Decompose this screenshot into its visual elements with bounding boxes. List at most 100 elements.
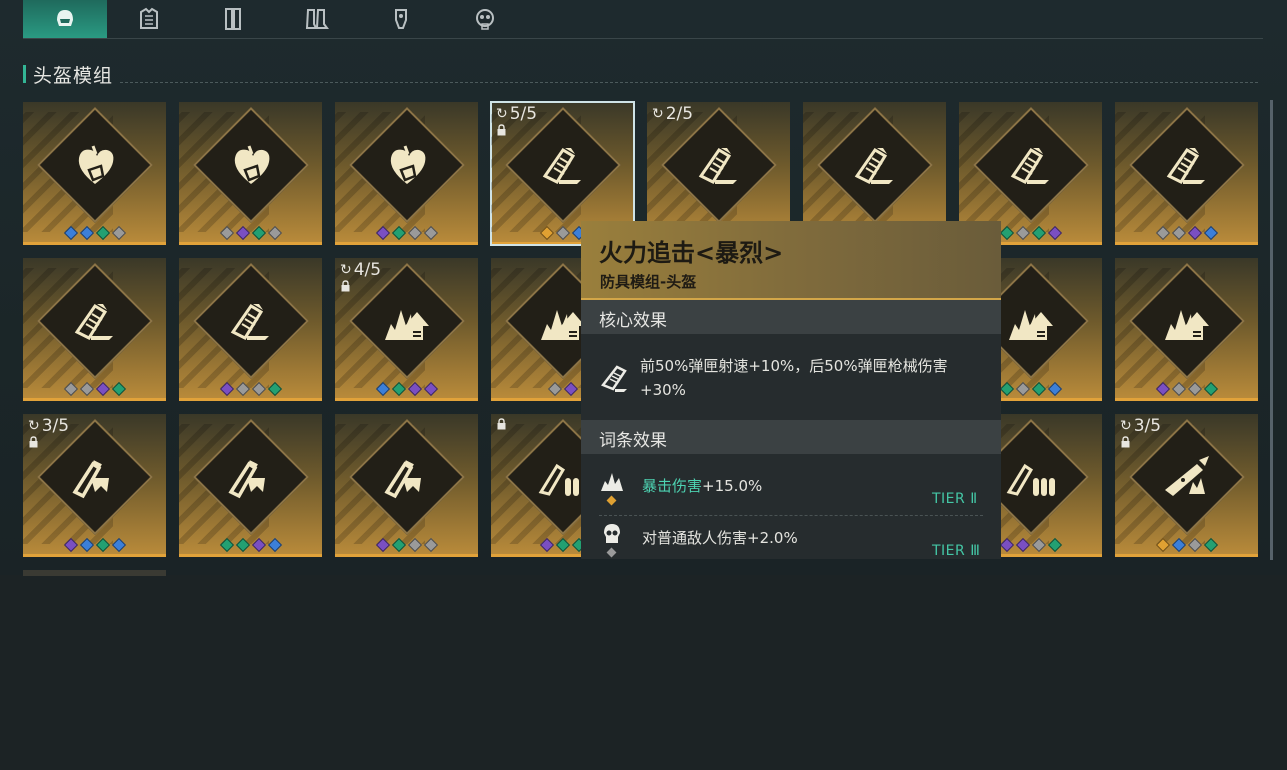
upgrade-progress: ↻ 3/5 (1120, 416, 1161, 436)
lock-icon[interactable] (340, 280, 351, 292)
burst-arrow-icon (1165, 310, 1209, 340)
gem-slot (423, 225, 438, 241)
upgrade-progress: ↻ 2/5 (652, 104, 693, 124)
section-title: 头盔模组 (33, 64, 114, 87)
progress-text: 2/5 (665, 104, 694, 124)
module-card[interactable]: ↻ 3/5 (1115, 414, 1258, 557)
gloves-icon (225, 8, 241, 30)
magazine-icon (230, 303, 269, 340)
gem-slots (1115, 225, 1258, 241)
gem-slot (219, 381, 234, 397)
gem-slot (1187, 381, 1202, 397)
equipment-tabs (23, 0, 1263, 39)
module-card[interactable] (335, 102, 478, 245)
module-card[interactable] (1115, 102, 1258, 245)
gem-slots (179, 537, 322, 553)
affix-text: 暴击伤害+15.0% (642, 475, 762, 496)
tab-helmet[interactable] (23, 0, 107, 38)
gun-barrel-icon (228, 460, 265, 499)
lock-icon[interactable] (496, 124, 507, 136)
module-card[interactable] (1115, 258, 1258, 401)
magazine-icon (542, 147, 581, 184)
gem-slots (23, 225, 166, 241)
gem-slots (23, 537, 166, 553)
gem-slot (555, 225, 570, 241)
gem-slot (391, 381, 406, 397)
gem-slot (267, 225, 282, 241)
module-card[interactable] (179, 102, 322, 245)
boots-icon (305, 9, 329, 29)
module-tooltip: 火力追击<暴烈> 防具模组-头盔 核心效果 前50%弹匣射速+10%，后50%弹… (581, 221, 1001, 559)
armor-icon (140, 7, 158, 29)
gem-slots (335, 381, 478, 397)
magazine-icon (74, 303, 113, 340)
gem-slot (999, 381, 1014, 397)
gauntlet-icon (395, 9, 407, 29)
progress-text: 3/5 (41, 416, 70, 436)
gem-slot (375, 537, 390, 553)
gem-slot (1015, 225, 1030, 241)
gem-slots (23, 381, 166, 397)
tab-gauntlet[interactable] (359, 0, 443, 38)
progress-text: 4/5 (353, 260, 382, 280)
gem-slot (79, 537, 94, 553)
affix-row: 暴击伤害+15.0% TIER Ⅱ (581, 469, 1001, 521)
gem-slot (63, 537, 78, 553)
gem-slot (95, 225, 110, 241)
gem-slot (1155, 537, 1170, 553)
magazine-icon (698, 147, 737, 184)
gem-slot (79, 225, 94, 241)
gem-slots (1115, 381, 1258, 397)
module-card[interactable]: ↻ 4/5 (335, 258, 478, 401)
affix-effect-header: 词条效果 (581, 420, 1001, 454)
gem-slot (1015, 537, 1030, 553)
tab-armor[interactable] (107, 0, 191, 38)
tab-mask[interactable] (443, 0, 527, 38)
affix-text: 对普通敌人伤害+2.0% (642, 527, 798, 548)
module-card[interactable] (335, 414, 478, 557)
magazine-icon (600, 365, 627, 392)
lock-icon[interactable] (28, 436, 39, 448)
gun-barrel-icon (72, 460, 109, 499)
upgrade-progress: ↻ 5/5 (496, 104, 537, 124)
gem-slot (391, 537, 406, 553)
affix-name: 对普通敌人伤害 (642, 529, 748, 547)
module-card[interactable] (23, 258, 166, 401)
module-card[interactable]: ↻ 3/5 (23, 414, 166, 557)
gem-slot (111, 381, 126, 397)
gem-slot (219, 537, 234, 553)
gem-slot (1203, 225, 1218, 241)
refresh-icon: ↻ (652, 106, 664, 122)
helmet-icon (57, 10, 73, 26)
gem-slot (267, 381, 282, 397)
gem-slot (1031, 225, 1046, 241)
gem-slot (95, 537, 110, 553)
gem-slot (999, 225, 1014, 241)
gem-slot (251, 381, 266, 397)
module-card[interactable] (23, 102, 166, 245)
gas-mask-icon (476, 9, 494, 30)
gem-slot (1015, 381, 1030, 397)
gem-slot (63, 381, 78, 397)
gem-slot (1031, 537, 1046, 553)
module-card[interactable] (179, 258, 322, 401)
scrollbar[interactable] (1270, 100, 1273, 560)
gem-slot (235, 537, 250, 553)
tab-boots[interactable] (275, 0, 359, 38)
burst-arrow-icon (1009, 310, 1053, 340)
magazine-icon (854, 147, 893, 184)
next-row-peek (23, 570, 166, 576)
lock-icon[interactable] (1120, 436, 1131, 448)
burst-arrow-icon (385, 310, 429, 340)
gem-slot (1203, 381, 1218, 397)
tooltip-title: 火力追击<暴烈> (599, 239, 784, 267)
lock-icon[interactable] (496, 418, 507, 430)
gem-slot (63, 225, 78, 241)
module-card[interactable] (179, 414, 322, 557)
affix-name: 暴击伤害 (642, 477, 703, 495)
gem-slot (547, 381, 562, 397)
tab-gloves[interactable] (191, 0, 275, 38)
gem-slot (1187, 537, 1202, 553)
gem-slot (251, 225, 266, 241)
gun-barrel-icon (384, 460, 421, 499)
